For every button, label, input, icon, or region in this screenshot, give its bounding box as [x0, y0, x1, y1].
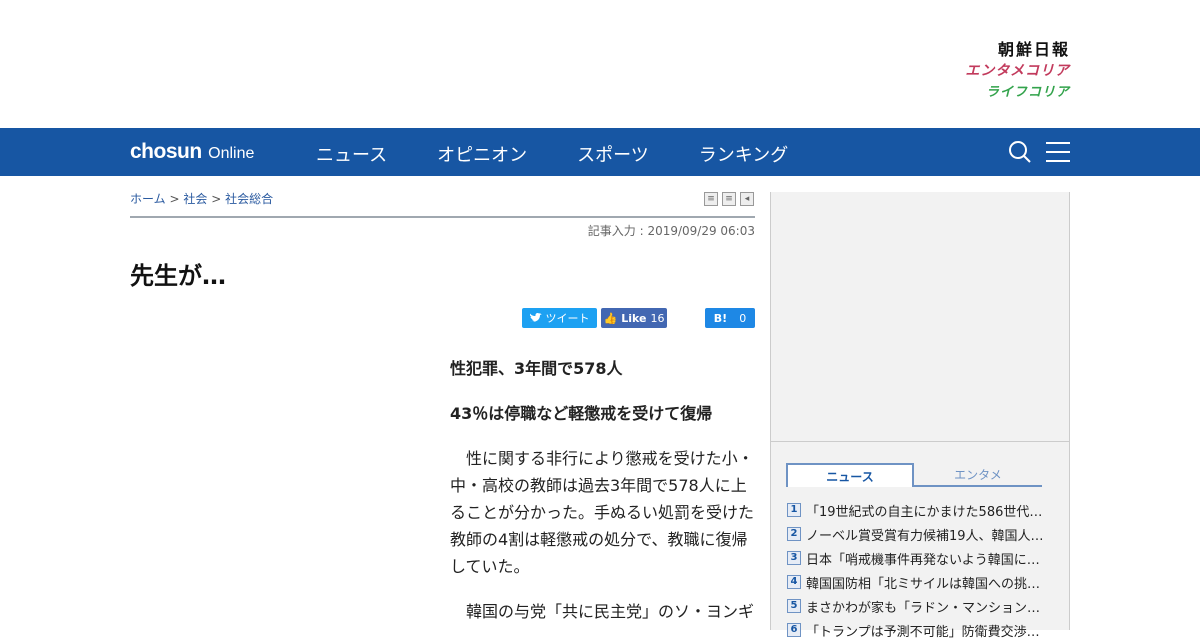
article-paragraph: 韓国の与党「共に民主党」のソ・ヨンギ	[466, 602, 755, 621]
rank-number: 4	[787, 575, 801, 589]
ranking-list: 1 「19世紀式の自主にかまけた586世代… 2 ノーベル賞受賞有力候補19人、韓国…	[787, 498, 1047, 642]
nav-icons	[1008, 140, 1070, 164]
tweet-label: ツイート	[545, 312, 590, 325]
sidebar-ad-slot	[771, 192, 1069, 442]
hatena-bookmark-button[interactable]: B! 0	[705, 308, 755, 328]
breadcrumb-separator: >	[169, 192, 180, 206]
brand-links: 朝鮮日報 エンタメコリア ライフコリア	[965, 42, 1070, 100]
site-logo[interactable]: chosun Online	[130, 140, 254, 164]
menu-icon[interactable]	[1046, 142, 1070, 162]
breadcrumb: ホーム > 社会 > 社会総合	[130, 190, 273, 207]
print-icon[interactable]: ≡	[704, 192, 718, 206]
nav-item-ranking[interactable]: ランキング	[699, 141, 788, 167]
thumbs-up-icon: 👍	[603, 311, 618, 325]
sidebar: ニュース エンタメ 1 「19世紀式の自主にかまけた586世代… 2 ノーベル賞受賞…	[770, 192, 1070, 640]
nav-item-news[interactable]: ニュース	[316, 141, 387, 167]
breadcrumb-divider	[130, 216, 755, 218]
brand-chosunilbo-link[interactable]: 朝鮮日報	[965, 42, 1070, 64]
hatena-bookmark-icon: B!	[713, 311, 728, 325]
breadcrumb-home-link[interactable]: ホーム	[130, 192, 166, 206]
search-icon[interactable]	[1008, 140, 1032, 164]
rank-number: 2	[787, 527, 801, 541]
rank-title: 韓国国防相「北ミサイルは韓国への挑…	[806, 576, 1041, 592]
rank-number: 3	[787, 551, 801, 565]
article-subhead: 性犯罪、3年間で578人	[450, 359, 623, 378]
list-item[interactable]: 3 日本「哨戒機事件再発ないよう韓国に…	[787, 546, 1047, 570]
list-item[interactable]: 1 「19世紀式の自主にかまけた586世代…	[787, 498, 1047, 522]
rank-title: 「19世紀式の自主にかまけた586世代…	[806, 504, 1043, 520]
main-nav: chosun Online ニュース オピニオン スポーツ ランキング	[0, 128, 1200, 176]
ranking-tabs: ニュース エンタメ	[786, 463, 1042, 487]
facebook-like-button[interactable]: 👍 Like 16	[601, 308, 667, 328]
article-body: 性犯罪、3年間で578人 43％は停職など軽懲戒を受けて復帰 性に関する非行によ…	[450, 355, 755, 643]
tab-entame[interactable]: エンタメ	[914, 463, 1042, 487]
tweet-button[interactable]: ツイート	[522, 308, 597, 328]
breadcrumb-society-link[interactable]: 社会	[183, 192, 207, 206]
article-title: 先生が…	[130, 262, 226, 290]
hatena-count: 0	[739, 311, 747, 325]
rank-number: 5	[787, 599, 801, 613]
tab-news[interactable]: ニュース	[786, 463, 914, 487]
breadcrumb-separator: >	[211, 192, 222, 206]
top-brand-area: 朝鮮日報 エンタメコリア ライフコリア	[0, 0, 1200, 128]
like-label: Like	[621, 311, 647, 325]
nav-item-sports[interactable]: スポーツ	[577, 141, 649, 167]
rank-title: 日本「哨戒機事件再発ないよう韓国に…	[806, 552, 1040, 568]
article-paragraph: 性に関する非行により懲戒を受けた小・中・高校の教師は過去3年間で578人に上るこ…	[450, 449, 755, 576]
brand-life-korea-link[interactable]: ライフコリア	[965, 86, 1070, 99]
logo-bold-text: chosun	[130, 140, 202, 163]
font-size-icon[interactable]: ≡	[722, 192, 736, 206]
rank-number: 1	[787, 503, 801, 517]
article-subhead: 43％は停職など軽懲戒を受けて復帰	[450, 404, 713, 423]
list-item[interactable]: 2 ノーベル賞受賞有力候補19人、韓国人…	[787, 522, 1047, 546]
article-date: 記事入力 : 2019/09/29 06:03	[587, 224, 755, 238]
list-item[interactable]: 5 まさかわが家も「ラドン・マンション…	[787, 594, 1047, 618]
logo-light-text: Online	[208, 145, 255, 162]
brand-entame-korea-link[interactable]: エンタメコリア	[965, 64, 1070, 86]
like-count: 16	[650, 311, 665, 325]
list-item[interactable]: 6 「トランプは予測不可能」防衛費交渉…	[787, 618, 1047, 642]
rank-title: 「トランプは予測不可能」防衛費交渉…	[806, 624, 1040, 640]
list-item[interactable]: 4 韓国国防相「北ミサイルは韓国への挑…	[787, 570, 1047, 594]
twitter-bird-icon	[529, 313, 542, 322]
nav-menu: ニュース オピニオン スポーツ ランキング	[316, 141, 788, 167]
article-tools: ≡ ≡ ◂	[704, 192, 754, 206]
back-icon[interactable]: ◂	[740, 192, 754, 206]
breadcrumb-society-general-link[interactable]: 社会総合	[225, 192, 273, 206]
rank-title: ノーベル賞受賞有力候補19人、韓国人…	[806, 528, 1044, 544]
rank-title: まさかわが家も「ラドン・マンション…	[806, 600, 1041, 616]
nav-item-opinion[interactable]: オピニオン	[437, 141, 527, 167]
rank-number: 6	[787, 623, 801, 637]
